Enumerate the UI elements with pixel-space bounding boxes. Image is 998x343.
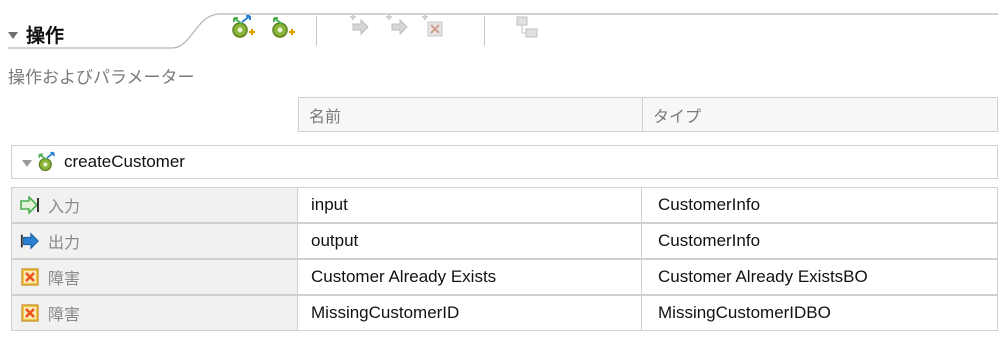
column-header-type[interactable]: タイプ (642, 97, 998, 132)
kind-cell: 出力 (11, 223, 298, 259)
section-subtitle: 操作およびパラメーター (8, 68, 195, 88)
parameter-kind: 入力 (48, 197, 81, 216)
parameter-kind: 障害 (48, 269, 81, 288)
parameter-name: Customer Already Exists (311, 267, 497, 286)
type-cell[interactable]: Customer Already ExistsBO (642, 259, 998, 295)
operation-name: createCustomer (64, 152, 185, 171)
add-output-button[interactable] (383, 13, 411, 41)
table-row[interactable]: 出力 output CustomerInfo (11, 223, 998, 259)
section-title: 操作 (26, 24, 65, 47)
parameter-name: MissingCustomerID (311, 303, 460, 322)
column-header-name[interactable]: 名前 (298, 97, 643, 132)
name-cell[interactable]: MissingCustomerID (298, 295, 642, 331)
kind-cell: 障害 (11, 259, 298, 295)
section-header[interactable]: 操作 (8, 19, 64, 49)
expand-twisty-icon[interactable] (22, 159, 32, 167)
operation-row[interactable]: createCustomer (11, 145, 998, 179)
fault-icon (20, 267, 40, 287)
show-business-object-button[interactable] (513, 13, 541, 41)
kind-cell: 障害 (11, 295, 298, 331)
kind-cell: 入力 (11, 187, 298, 223)
add-fault-icon (422, 14, 443, 37)
parameter-name: output (311, 231, 359, 250)
show-business-object-icon (516, 16, 538, 38)
name-cell[interactable]: input (298, 187, 642, 223)
output-icon (20, 231, 40, 251)
input-icon (20, 195, 40, 215)
parameter-kind: 出力 (48, 233, 81, 252)
add-request-response-operation-button[interactable] (229, 13, 257, 41)
table-row[interactable]: 障害 MissingCustomerID MissingCustomerIDBO (11, 295, 998, 331)
toolbar-separator (484, 16, 485, 46)
type-cell[interactable]: CustomerInfo (642, 187, 998, 223)
type-cell[interactable]: CustomerInfo (642, 223, 998, 259)
name-cell[interactable]: output (298, 223, 642, 259)
parameter-kind: 障害 (48, 305, 81, 324)
parameter-name: input (311, 195, 348, 214)
parameter-type: CustomerInfo (658, 195, 761, 214)
add-input-icon (350, 14, 369, 36)
operation-icon (38, 151, 55, 172)
parameter-type: CustomerInfo (658, 231, 761, 250)
add-fault-button[interactable] (419, 13, 447, 41)
add-output-icon (386, 14, 408, 36)
table-row[interactable]: 障害 Customer Already Exists Customer Alre… (11, 259, 998, 295)
table-row[interactable]: 入力 input CustomerInfo (11, 187, 998, 223)
toolbar-separator (316, 16, 317, 46)
type-cell[interactable]: MissingCustomerIDBO (642, 295, 998, 331)
section-tab-outline (8, 13, 998, 49)
add-one-way-operation-button[interactable] (269, 13, 297, 41)
add-one-way-operation-icon (272, 17, 295, 38)
add-input-button[interactable] (346, 13, 374, 41)
parameter-type: Customer Already ExistsBO (658, 267, 868, 286)
collapse-twisty-icon[interactable] (8, 31, 18, 39)
fault-icon (20, 303, 40, 323)
parameter-type: MissingCustomerIDBO (658, 303, 831, 322)
add-request-response-operation-icon (232, 15, 255, 38)
name-cell[interactable]: Customer Already Exists (298, 259, 642, 295)
